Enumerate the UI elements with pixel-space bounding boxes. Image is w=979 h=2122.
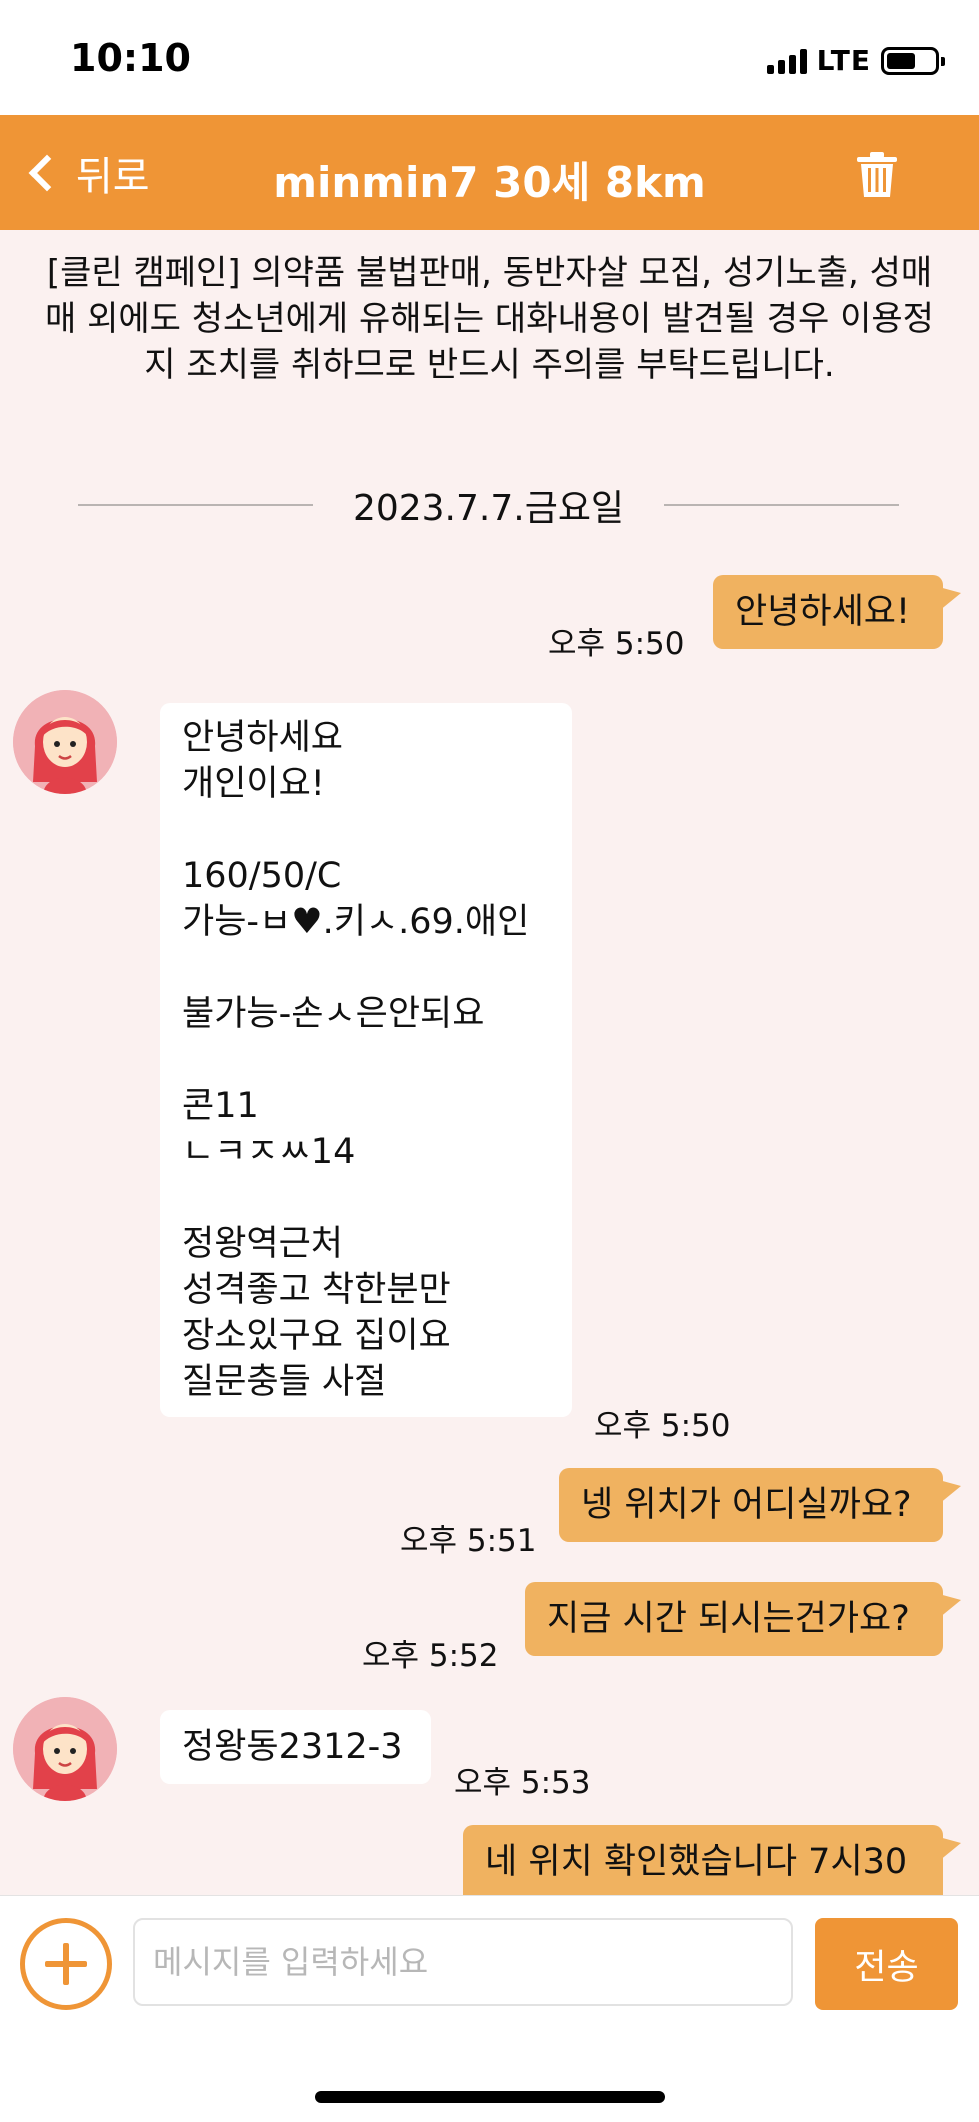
back-button[interactable]: 뒤로	[22, 143, 150, 203]
chevron-left-icon	[28, 154, 66, 192]
avatar[interactable]	[13, 690, 117, 794]
avatar[interactable]	[13, 1697, 117, 1801]
trash-icon	[857, 152, 897, 197]
status-time: 10:10	[70, 36, 191, 80]
send-button[interactable]: 전송	[815, 1918, 958, 2010]
status-indicators: LTE	[766, 44, 945, 77]
message-bubble-sent[interactable]: 안녕하세요!	[713, 575, 961, 649]
message-bubble-received[interactable]: 안녕하세요 개인이요! 160/50/C 가능-ㅂ♥.키ㅅ.69.애인 불가능-…	[160, 703, 572, 1417]
status-bar: 10:10 LTE	[0, 0, 979, 115]
notice-text: [클린 캠페인] 의약품 불법판매, 동반자살 모집, 성기노출, 성매매 외에…	[45, 253, 934, 385]
back-label: 뒤로	[76, 154, 150, 200]
message-input[interactable]	[133, 1918, 793, 2006]
message-time: 오후 5:51	[400, 1523, 537, 1559]
input-bar: 전송	[0, 1895, 979, 2122]
divider-line	[664, 504, 899, 506]
date-label: 2023.7.7.금요일	[352, 488, 625, 529]
date-divider: 2023.7.7.금요일	[78, 480, 899, 530]
profile-avatar-icon	[13, 690, 117, 794]
divider-line	[78, 504, 313, 506]
message-time: 오후 5:50	[594, 1408, 731, 1444]
profile-avatar-icon	[13, 1697, 117, 1801]
plus-icon[interactable]	[20, 1918, 112, 2010]
battery-icon	[881, 46, 945, 75]
message-bubble-sent[interactable]: 지금 시간 되시는건가요?	[525, 1582, 961, 1656]
message-time: 오후 5:53	[454, 1765, 591, 1801]
signal-icon	[766, 48, 807, 74]
message-time: 오후 5:50	[548, 626, 685, 662]
network-type: LTE	[816, 44, 871, 77]
message-bubble-sent[interactable]: 네 위치 확인했습니다 7시30	[463, 1825, 961, 1895]
home-indicator	[315, 2091, 665, 2103]
nav-bar: 뒤로 minmin7 30세 8km	[0, 115, 979, 230]
delete-chat-button[interactable]	[855, 151, 899, 199]
message-bubble-received[interactable]: 정왕동2312-3	[160, 1710, 431, 1784]
chat-area[interactable]: [클린 캠페인] 의약품 불법판매, 동반자살 모집, 성기노출, 성매매 외에…	[0, 230, 979, 1895]
message-bubble-sent[interactable]: 넹 위치가 어디실까요?	[559, 1468, 961, 1542]
message-time: 오후 5:52	[362, 1638, 499, 1674]
